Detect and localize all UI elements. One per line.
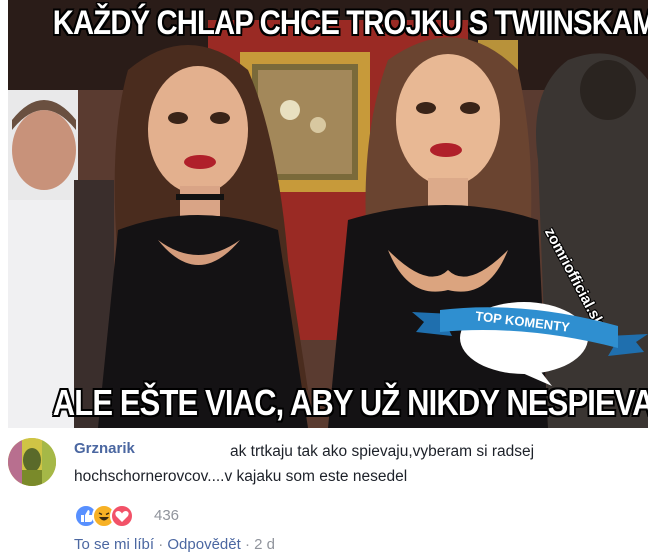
meme-top-caption: KAŽDÝ CHLAP CHCE TROJKU S TWIINSKAMI bbox=[52, 4, 648, 42]
meme-bottom-caption: ALE EŠTE VIAC, ABY UŽ NIKDY NESPIEVALI bbox=[52, 382, 648, 423]
like-link[interactable]: To se mi líbí bbox=[74, 536, 154, 553]
comment-text: ak trtkaju tak ako spievaju,vyberam si r… bbox=[74, 443, 535, 485]
meme-image[interactable]: KAŽDÝ CHLAP CHCE TROJKU S TWIINSKAMI ALE… bbox=[8, 0, 648, 428]
top-komenty-badge: TOP KOMENTY bbox=[412, 302, 648, 386]
comment-author[interactable]: Grznarik bbox=[74, 440, 135, 457]
comment-actions: To se mi líbí · Odpovědět · 2 d bbox=[74, 536, 275, 553]
avatar[interactable] bbox=[8, 438, 56, 486]
separator: · bbox=[158, 536, 164, 553]
comment: ak trtkaju tak ako spievaju,vyberam si r… bbox=[0, 428, 656, 556]
reaction-count: 436 bbox=[154, 507, 180, 524]
timestamp[interactable]: 2 d bbox=[254, 536, 275, 553]
reply-link[interactable]: Odpovědět bbox=[167, 536, 240, 553]
avatar-image bbox=[8, 438, 56, 486]
love-icon bbox=[110, 504, 134, 528]
separator: · bbox=[244, 536, 250, 553]
